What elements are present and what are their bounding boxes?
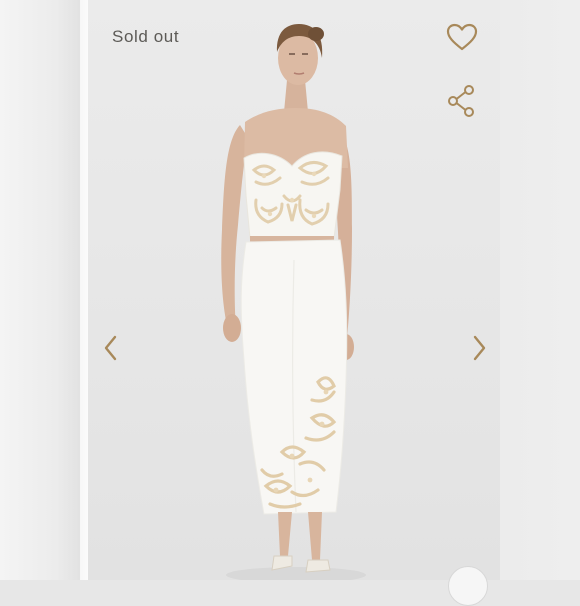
heart-outline-icon — [446, 23, 478, 51]
adjacent-photo-edge-right — [500, 0, 580, 580]
product-photo — [221, 24, 366, 580]
like-button[interactable] — [445, 22, 479, 52]
sold-out-label: Sold out — [112, 27, 180, 46]
adjacent-photo-edge — [0, 0, 80, 580]
next-image-button[interactable] — [468, 334, 490, 362]
chevron-right-icon — [473, 335, 486, 361]
chevron-left-icon — [104, 335, 117, 361]
previous-image-button[interactable] — [100, 334, 122, 362]
photo-divider — [80, 0, 88, 580]
zoom-button[interactable] — [448, 566, 488, 606]
bustier — [243, 151, 343, 239]
share-button[interactable] — [447, 84, 479, 118]
share-icon — [448, 85, 474, 117]
